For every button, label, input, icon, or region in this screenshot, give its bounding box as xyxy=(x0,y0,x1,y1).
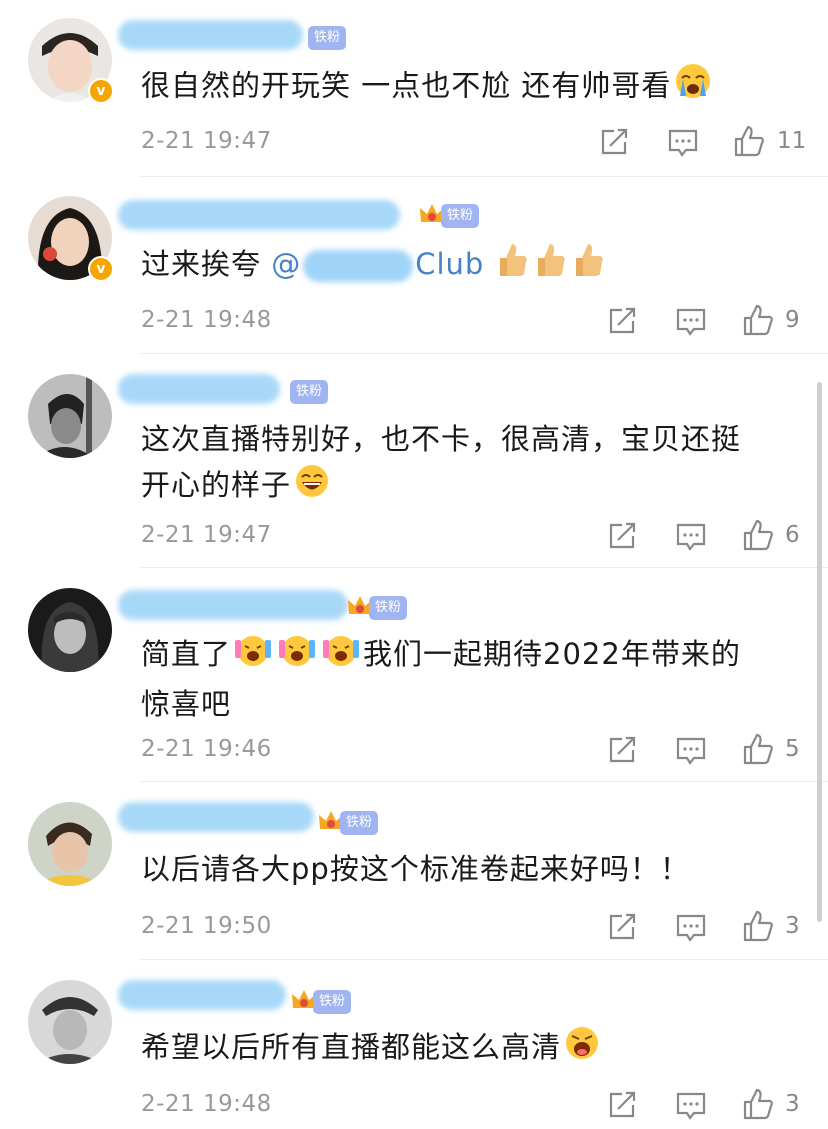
mention-link[interactable]: @ Club xyxy=(271,247,484,282)
comment-text: 以后请各大pp按这个标准卷起来好吗！！ xyxy=(141,852,690,886)
comment-text: 简直了 我们一起期待2022年带来的 惊喜吧 xyxy=(141,631,798,727)
like-icon[interactable] xyxy=(742,519,774,555)
comment-text: 很自然的开玩笑 一点也不尬 还有帅哥看 xyxy=(141,62,798,113)
cheering-emoji xyxy=(322,632,360,681)
comment-icon[interactable] xyxy=(675,1091,707,1125)
thumbs-up-emoji xyxy=(574,242,606,291)
comment-item: v 铁粉 很自然的开玩笑 一点也不尬 还有帅哥看 2-21 19:47 11 xyxy=(0,0,828,178)
share-icon[interactable] xyxy=(600,128,630,160)
like-icon[interactable] xyxy=(733,125,765,161)
avatar[interactable] xyxy=(28,980,112,1064)
share-icon[interactable] xyxy=(608,736,638,768)
fan-badge: 铁粉 xyxy=(290,380,329,404)
like-count: 11 xyxy=(777,128,807,154)
like-count: 3 xyxy=(785,913,800,939)
crying-emoji xyxy=(674,62,712,113)
share-icon[interactable] xyxy=(608,307,638,339)
like-icon[interactable] xyxy=(742,1088,774,1124)
username-hidden[interactable] xyxy=(118,374,280,404)
timestamp: 2-21 19:48 xyxy=(141,307,272,333)
avatar[interactable] xyxy=(28,588,112,672)
like-icon[interactable] xyxy=(742,733,774,769)
thumbs-up-emoji xyxy=(498,242,530,291)
shouting-emoji xyxy=(564,1025,600,1074)
comment-item: 铁粉 希望以后所有直播都能这么高清 2-21 19:48 3 xyxy=(0,960,828,1129)
comment-text: 这次直播特别好，也不卡，很高清，宝贝还挺 开心的样子 xyxy=(141,416,798,512)
avatar[interactable] xyxy=(28,374,112,458)
fan-badge: 铁粉 xyxy=(308,26,347,50)
like-count: 9 xyxy=(785,307,800,333)
username-hidden[interactable] xyxy=(118,200,400,230)
timestamp: 2-21 19:47 xyxy=(141,128,272,154)
username-hidden[interactable] xyxy=(118,980,286,1010)
verified-icon: v xyxy=(88,78,114,104)
username-hidden[interactable] xyxy=(118,20,303,50)
fan-badge: 铁粉 xyxy=(340,811,379,835)
scrollbar[interactable] xyxy=(817,382,822,922)
thumbs-up-emoji xyxy=(536,242,568,291)
comment-text: 过来挨夸 @ Club xyxy=(141,241,798,291)
like-count: 3 xyxy=(785,1091,800,1117)
comment-text: 希望以后所有直播都能这么高清 xyxy=(141,1024,798,1074)
timestamp: 2-21 19:47 xyxy=(141,522,272,548)
divider xyxy=(140,176,828,177)
laughing-emoji xyxy=(294,463,330,512)
fan-badge: 铁粉 xyxy=(369,596,408,620)
cheering-emoji xyxy=(278,632,316,681)
avatar[interactable] xyxy=(28,802,112,886)
timestamp: 2-21 19:50 xyxy=(141,913,272,939)
comment-item: 铁粉 以后请各大pp按这个标准卷起来好吗！！ 2-21 19:50 3 xyxy=(0,782,828,960)
fan-badge: 铁粉 xyxy=(441,204,480,228)
comment-icon[interactable] xyxy=(667,128,699,162)
like-icon[interactable] xyxy=(742,910,774,946)
comment-icon[interactable] xyxy=(675,307,707,341)
comment-icon[interactable] xyxy=(675,913,707,947)
share-icon[interactable] xyxy=(608,522,638,554)
verified-icon: v xyxy=(88,256,114,282)
like-count: 5 xyxy=(785,736,800,762)
username-hidden[interactable] xyxy=(118,802,314,832)
comment-item: 铁粉 简直了 我们一起期待2022年带来的 惊喜吧 2-21 19:46 5 xyxy=(0,568,828,782)
like-count: 6 xyxy=(785,522,800,548)
cheering-emoji xyxy=(234,632,272,681)
timestamp: 2-21 19:46 xyxy=(141,736,272,762)
comment-icon[interactable] xyxy=(675,522,707,556)
share-icon[interactable] xyxy=(608,913,638,945)
fan-badge: 铁粉 xyxy=(313,990,352,1014)
share-icon[interactable] xyxy=(608,1091,638,1123)
username-hidden[interactable] xyxy=(118,590,348,620)
comment-item: 铁粉 这次直播特别好，也不卡，很高清，宝贝还挺 开心的样子 2-21 19:47… xyxy=(0,354,828,568)
like-icon[interactable] xyxy=(742,304,774,340)
timestamp: 2-21 19:48 xyxy=(141,1091,272,1117)
comment-item: v 铁粉 过来挨夸 @ Club 2-21 19:48 9 xyxy=(0,178,828,354)
comment-icon[interactable] xyxy=(675,736,707,770)
